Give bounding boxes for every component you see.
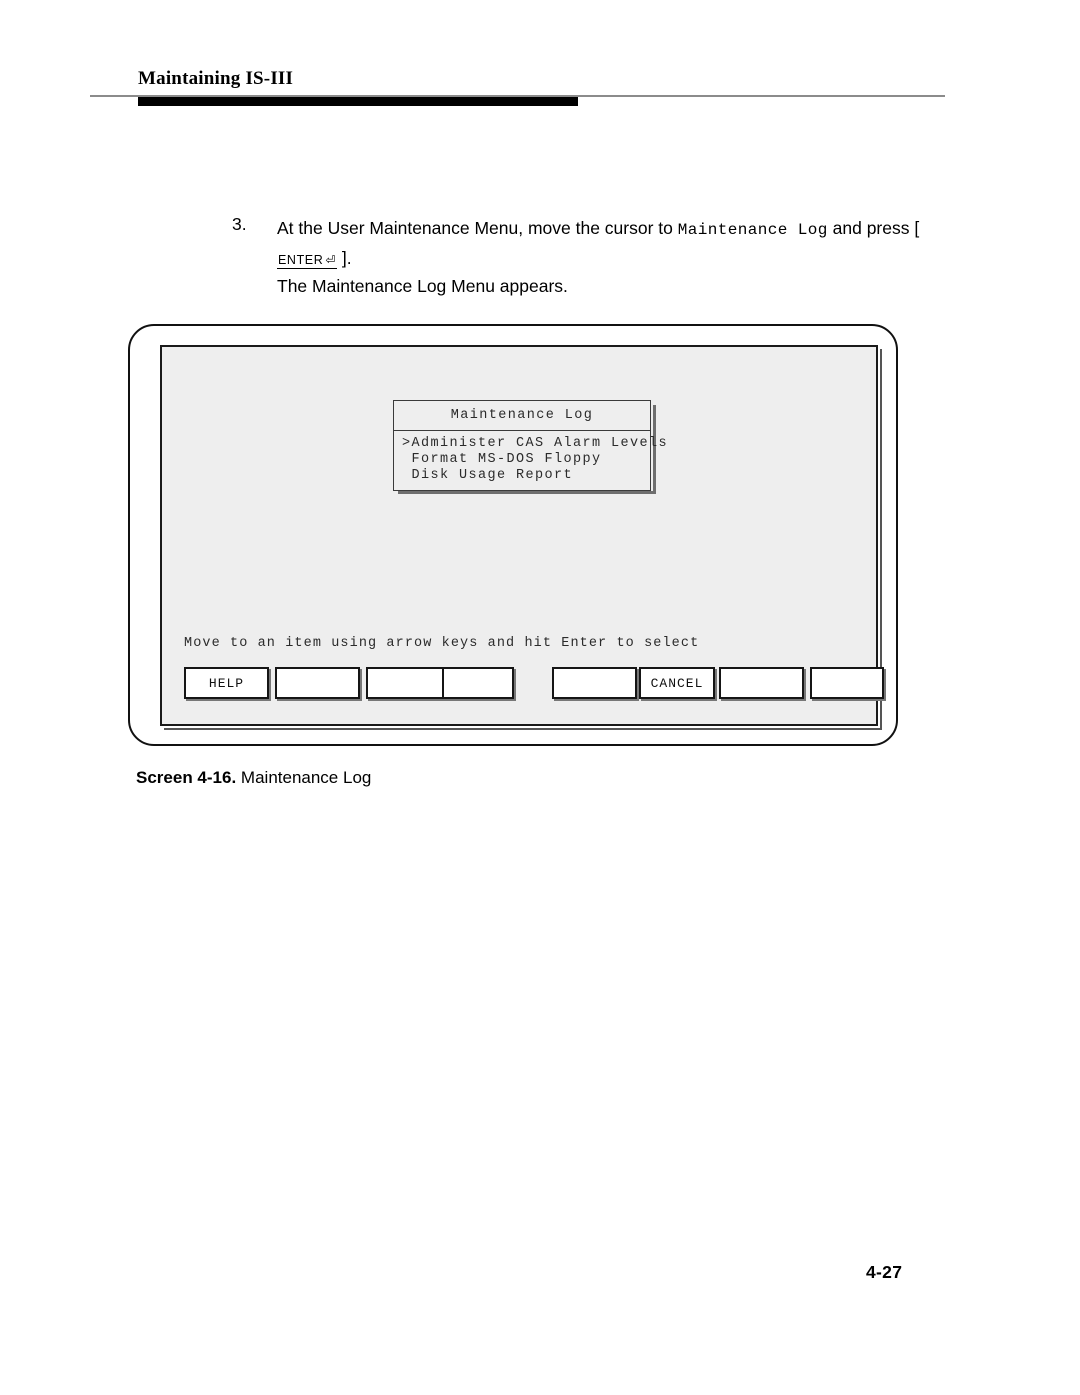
menu-item-cursor-marker (402, 468, 412, 483)
menu-item-cursor-marker (402, 452, 412, 467)
maintenance-log-menu-panel: Maintenance Log >Administer CAS Alarm Le… (393, 400, 667, 491)
step-mono-target: Maintenance Log (677, 221, 828, 239)
screen-prompt-line: Move to an item using arrow keys and hit… (184, 636, 700, 651)
menu-item-format-ms-dos-floppy[interactable]: Format MS-DOS Floppy (394, 452, 650, 468)
function-key-5[interactable] (552, 667, 637, 699)
menu-item-label: Administer CAS Alarm Levels (411, 436, 669, 451)
function-key-3[interactable] (366, 667, 451, 699)
terminal-screen-content: Maintenance Log >Administer CAS Alarm Le… (162, 347, 884, 724)
function-key-4[interactable] (442, 667, 514, 699)
step-text-part3: ]. (337, 248, 352, 268)
menu-item-label: Format MS-DOS Floppy (411, 452, 602, 467)
function-key-cancel[interactable]: CANCEL (639, 667, 715, 699)
menu-item-list: >Administer CAS Alarm Levels Format MS-D… (394, 431, 667, 490)
function-key-row: HELP CANCEL (184, 667, 884, 701)
step-text-part2: and press [ (827, 218, 920, 238)
follow-up-sentence: The Maintenance Log Menu appears. (277, 276, 568, 296)
header-rule-thick (138, 97, 578, 106)
function-key-8[interactable] (810, 667, 884, 699)
enter-keycap-label: ENTER (278, 253, 324, 267)
figure-caption: Screen 4-16. Maintenance Log (136, 768, 371, 788)
menu-item-cursor-marker: > (402, 436, 412, 451)
page-header: Maintaining IS-III (0, 0, 1080, 120)
step-text: At the User Maintenance Menu, move the c… (277, 214, 922, 274)
function-key-help[interactable]: HELP (184, 667, 269, 699)
menu-panel-title: Maintenance Log (394, 401, 650, 431)
enter-keycap: ENTER ⏎ (277, 253, 338, 269)
terminal-screen: Maintenance Log >Administer CAS Alarm Le… (160, 345, 884, 726)
return-arrow-icon: ⏎ (325, 253, 337, 267)
step-text-part1: At the User Maintenance Menu, move the c… (277, 218, 678, 238)
menu-item-disk-usage-report[interactable]: Disk Usage Report (394, 468, 650, 484)
terminal-screen-illustration: Maintenance Log >Administer CAS Alarm Le… (128, 324, 904, 754)
running-header-title: Maintaining IS-III (138, 68, 294, 89)
page-number: 4-27 (866, 1262, 903, 1282)
figure-caption-label: Screen 4-16. (136, 768, 237, 787)
function-key-2[interactable] (275, 667, 360, 699)
step-number: 3. (232, 214, 247, 234)
menu-item-administer-cas-alarm-levels[interactable]: >Administer CAS Alarm Levels (394, 436, 667, 452)
menu-item-label: Disk Usage Report (411, 468, 574, 483)
function-key-7[interactable] (719, 667, 804, 699)
figure-caption-title: Maintenance Log (240, 768, 372, 787)
